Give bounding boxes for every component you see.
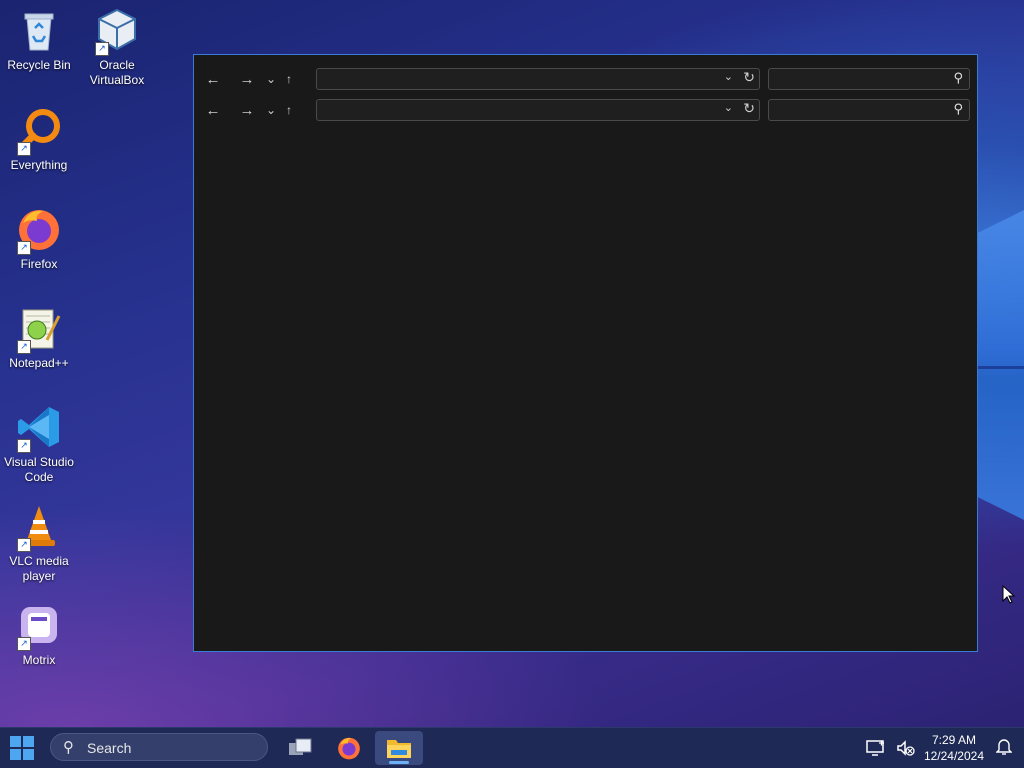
task-view-button[interactable] <box>276 731 324 765</box>
shortcut-arrow-icon: ↗ <box>17 241 31 255</box>
back-arrow-icon[interactable]: ← <box>198 66 228 92</box>
forward-arrow-icon[interactable]: → <box>232 97 262 123</box>
search-box[interactable]: ⚲ <box>768 68 970 90</box>
vscode-icon: ↗ <box>15 403 63 453</box>
desktop-icon-recycle-bin[interactable]: Recycle Bin <box>1 0 77 73</box>
shortcut-arrow-icon: ↗ <box>17 340 31 354</box>
desktop-icon-vlc[interactable]: ↗ VLC media player <box>1 496 77 584</box>
motrix-icon: ↗ <box>15 601 63 651</box>
taskbar-file-explorer-button[interactable] <box>375 731 423 765</box>
refresh-icon[interactable]: ↻ <box>743 100 755 117</box>
desktop-icon-label: Visual Studio Code <box>4 455 74 484</box>
search-icon: ⚲ <box>63 739 74 756</box>
desktop-icon-label: Recycle Bin <box>7 58 71 72</box>
desktop-icon-motrix[interactable]: ↗ Motrix <box>1 595 77 668</box>
taskbar-clock[interactable]: 7:29 AM 12/24/2024 <box>924 732 984 764</box>
navigation-bar: ← → ⌄ ↑ ⌄ ↻ ⚲ <box>194 65 977 93</box>
notepad-plus-plus-icon: ↗ <box>15 304 63 354</box>
firefox-icon <box>338 737 360 760</box>
tray-network-icon[interactable] <box>866 728 886 768</box>
taskbar: ⚲ Search 7:29 AM 12/24/2024 <box>0 727 1024 768</box>
address-bar[interactable]: ⌄ ↻ <box>316 68 760 90</box>
desktop-icon-label: VLC media player <box>9 554 69 583</box>
task-view-icon <box>289 738 312 755</box>
refresh-icon[interactable]: ↻ <box>743 69 755 86</box>
desktop-icon-virtualbox[interactable]: ↗ Oracle VirtualBox <box>79 0 155 88</box>
tray-volume-muted-icon[interactable] <box>896 728 916 768</box>
desktop-icon-notepad-plus-plus[interactable]: ↗ Notepad++ <box>1 298 77 371</box>
shortcut-arrow-icon: ↗ <box>17 538 31 552</box>
desktop-icon-label: Motrix <box>22 653 56 667</box>
shortcut-arrow-icon: ↗ <box>17 637 31 651</box>
desktop-icon-firefox[interactable]: ↗ Firefox <box>1 199 77 272</box>
desktop-icon-vscode[interactable]: ↗ Visual Studio Code <box>1 397 77 485</box>
shortcut-arrow-icon: ↗ <box>17 439 31 453</box>
wallpaper-windows-logo <box>974 210 1024 520</box>
file-explorer-window[interactable]: ← → ⌄ ↑ ⌄ ↻ ⚲ ← → ⌄ ↑ ⌄ ↻ ⚲ <box>193 54 978 652</box>
file-explorer-icon <box>387 740 411 758</box>
forward-arrow-icon[interactable]: → <box>232 66 262 92</box>
desktop-icon-label: Oracle VirtualBox <box>89 58 145 87</box>
clock-date: 12/24/2024 <box>923 749 984 763</box>
vlc-icon: ↗ <box>15 502 63 552</box>
notification-bell-icon[interactable] <box>995 738 1013 761</box>
address-history-chevron-icon[interactable]: ⌄ <box>724 70 733 83</box>
recent-locations-chevron-icon[interactable]: ⌄ <box>262 97 280 123</box>
taskbar-firefox-button[interactable] <box>325 731 373 765</box>
taskbar-search-label: Search <box>87 740 132 756</box>
search-icon: ⚲ <box>953 101 963 116</box>
recent-locations-chevron-icon[interactable]: ⌄ <box>262 66 280 92</box>
up-arrow-icon[interactable]: ↑ <box>280 97 298 123</box>
desktop-icon-everything[interactable]: ↗ Everything <box>1 100 77 173</box>
navigation-bar-duplicate: ← → ⌄ ↑ ⌄ ↻ ⚲ <box>194 96 977 124</box>
search-box[interactable]: ⚲ <box>768 99 970 121</box>
taskbar-search[interactable]: ⚲ Search <box>50 733 268 761</box>
back-arrow-icon[interactable]: ← <box>198 97 228 123</box>
mouse-cursor-icon <box>1002 584 1016 610</box>
address-bar[interactable]: ⌄ ↻ <box>316 99 760 121</box>
virtualbox-icon: ↗ <box>93 6 141 56</box>
desktop-icon-label: Everything <box>10 158 68 172</box>
search-icon: ⚲ <box>953 70 963 85</box>
recycle-bin-icon <box>15 6 63 54</box>
shortcut-arrow-icon: ↗ <box>95 42 109 56</box>
clock-time: 7:29 AM <box>931 733 976 747</box>
wallpaper-divider <box>974 366 1024 369</box>
start-button[interactable] <box>10 736 34 760</box>
address-history-chevron-icon[interactable]: ⌄ <box>724 101 733 114</box>
firefox-icon: ↗ <box>15 205 63 255</box>
desktop-icon-label: Notepad++ <box>9 356 69 370</box>
everything-search-icon: ↗ <box>15 106 63 156</box>
windows-logo-icon <box>10 736 21 747</box>
shortcut-arrow-icon: ↗ <box>17 142 31 156</box>
up-arrow-icon[interactable]: ↑ <box>280 66 298 92</box>
desktop-icon-label: Firefox <box>20 257 58 271</box>
